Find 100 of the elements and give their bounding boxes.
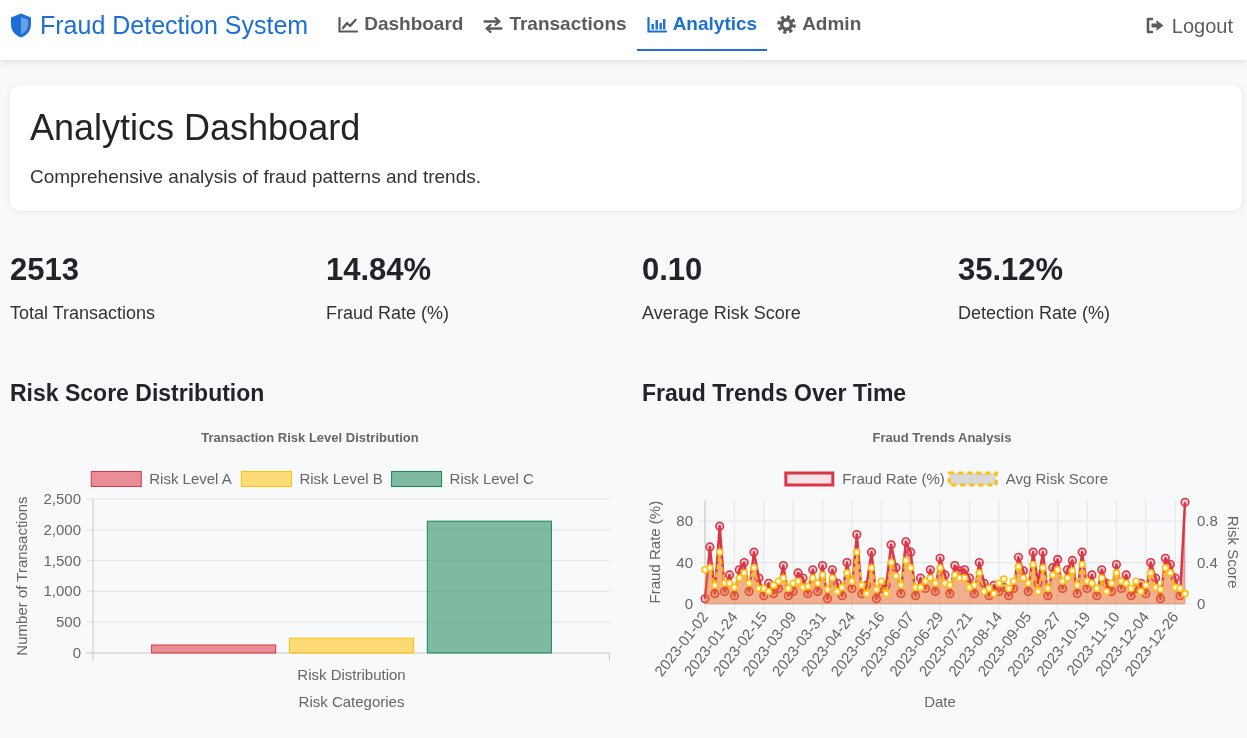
stat-value: 14.84% (326, 252, 433, 288)
data-point (725, 579, 734, 588)
legend-label: Fraud Rate (%) (842, 470, 945, 487)
axis-tick-label: Risk Distribution (297, 666, 406, 683)
axis-tick-label: 500 (55, 613, 81, 631)
axis-title: Date (924, 693, 956, 710)
exchange-arrows-icon (483, 16, 504, 33)
chart-title: Fraud Trends Analysis (872, 430, 1012, 445)
data-point (764, 587, 773, 596)
data-point (866, 547, 877, 557)
data-point (1097, 565, 1107, 575)
data-point (823, 585, 832, 594)
legend-swatch-icon (90, 471, 142, 487)
nav-link[interactable]: Admin (767, 0, 872, 51)
legend-label: Risk Level B (299, 470, 383, 487)
data-point (1028, 547, 1038, 557)
logout-link[interactable]: Logout (1144, 0, 1233, 51)
data-point (1121, 570, 1131, 580)
data-point (813, 579, 822, 588)
page-subtitle: Comprehensive analysis of fraud patterns and trends. (30, 165, 482, 189)
section-title: Risk Score Distribution (10, 379, 266, 408)
axis-title: Risk Score (1225, 515, 1242, 589)
axis-tick-label: 0.4 (1197, 553, 1218, 571)
data-point (1004, 584, 1013, 593)
data-point (1087, 570, 1097, 580)
axis-tick-label: 80 (676, 512, 693, 529)
line-chart-icon (338, 16, 359, 33)
data-point (730, 583, 739, 592)
logout-icon (1144, 17, 1164, 34)
data-point (852, 529, 862, 540)
data-point (1038, 547, 1048, 557)
brand-link[interactable]: Fraud Detection System (10, 0, 309, 51)
bar-chart-icon (646, 16, 667, 33)
data-point (906, 563, 915, 572)
axis-tick-label: 0 (72, 644, 81, 661)
data-point (872, 585, 881, 594)
axis-title: Risk Categories (298, 693, 405, 710)
data-point (769, 581, 778, 590)
axis-title: Number of Transactions (13, 496, 30, 656)
data-point (1107, 579, 1116, 588)
data-point (916, 583, 925, 592)
axis-tick-label: 0 (1197, 595, 1206, 612)
data-point (867, 563, 876, 572)
data-point (817, 561, 828, 571)
axis-tick-label: 0 (684, 595, 693, 612)
data-point (1024, 579, 1033, 588)
gear-icon (777, 15, 797, 34)
stat-label: Detection Rate (%) (958, 302, 1112, 325)
data-point (970, 581, 979, 590)
data-point (1014, 562, 1023, 571)
axis-tick-label: 40 (676, 553, 693, 571)
data-point (1146, 557, 1156, 568)
data-point (784, 584, 793, 593)
data-point (1067, 555, 1077, 566)
legend-label: Avg Risk Score (1005, 470, 1109, 487)
data-point (724, 570, 735, 580)
legend-swatch-icon (947, 471, 998, 487)
data-point (1160, 553, 1170, 563)
data-point (1111, 559, 1122, 570)
legend-swatch-icon (784, 471, 835, 487)
legend-swatch-icon (391, 471, 443, 487)
stat-label: Average Risk Score (642, 302, 802, 325)
stat-label: Total Transactions (10, 302, 157, 325)
data-point (886, 540, 896, 550)
data-point (1077, 547, 1087, 557)
data-point (1033, 578, 1043, 588)
nav-link[interactable]: Dashboard (328, 0, 474, 51)
axis-tick-label: 2,000 (43, 520, 81, 538)
axis-title: Fraud Rate (%) (646, 500, 663, 604)
data-point (739, 557, 749, 568)
nav-link[interactable]: Analytics (636, 0, 768, 51)
data-point (705, 542, 715, 552)
legend-label: Risk Level A (149, 470, 232, 487)
data-point (778, 561, 788, 571)
data-point (925, 565, 935, 575)
data-point (754, 573, 764, 583)
data-point (1180, 497, 1190, 507)
data-point (842, 557, 852, 568)
axis-tick-label: 2,500 (43, 490, 81, 507)
data-point (901, 537, 911, 547)
section-title: Fraud Trends Over Time (642, 379, 908, 408)
nav-link[interactable]: Transactions (473, 0, 637, 51)
data-point (793, 568, 803, 578)
stat-value: 2513 (10, 252, 80, 288)
data-point (857, 581, 866, 590)
data-point (950, 561, 960, 571)
data-point (749, 547, 759, 557)
data-point (1053, 565, 1062, 574)
chart-title: Transaction Risk Level Distribution (201, 430, 419, 445)
stat-label: Fraud Rate (%) (326, 302, 451, 325)
data-point (1102, 587, 1111, 596)
data-point (906, 547, 916, 557)
data-point (833, 587, 842, 596)
data-point (1013, 552, 1024, 562)
data-point (1161, 563, 1170, 572)
data-point (1156, 585, 1165, 594)
legend-swatch-icon (240, 471, 292, 487)
data-point (827, 565, 837, 575)
axis-tick-label: 0.8 (1197, 512, 1218, 529)
data-point (960, 565, 970, 575)
